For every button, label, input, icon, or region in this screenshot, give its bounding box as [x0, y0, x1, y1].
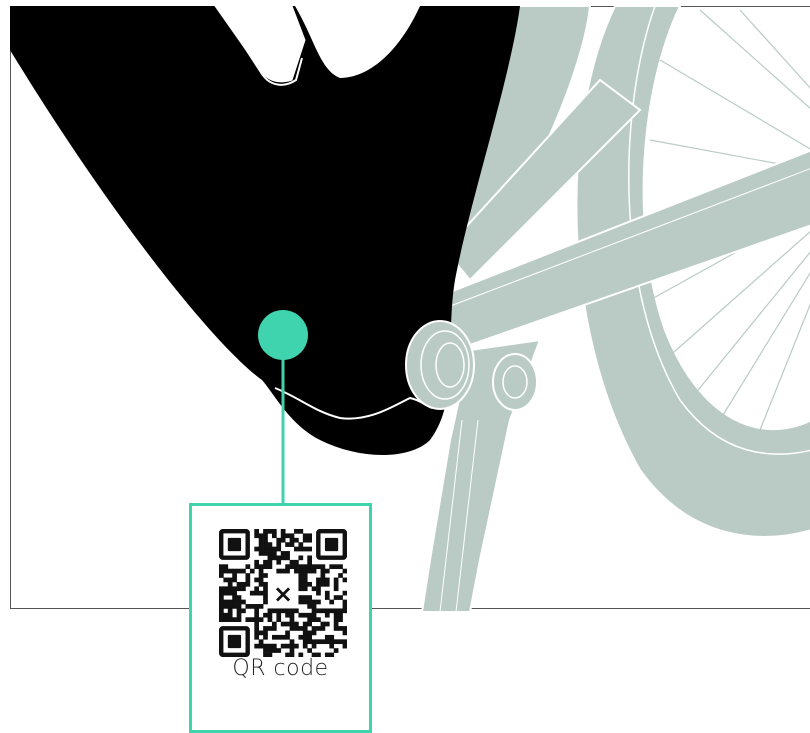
qr-finder-pattern: [221, 531, 247, 557]
qr-code-label: QR code: [192, 656, 369, 681]
qr-center-logo: ×: [273, 580, 293, 608]
qr-finder-pattern: [221, 628, 247, 654]
bike-illustration: [0, 0, 810, 720]
location-dot: [258, 310, 308, 360]
bottom-bracket: [406, 321, 474, 409]
qr-callout-box: × QR code: [189, 503, 372, 733]
diagram-stage: × QR code: [0, 0, 810, 720]
qr-code-icon: ×: [219, 529, 347, 657]
qr-finder-pattern: [318, 531, 344, 557]
